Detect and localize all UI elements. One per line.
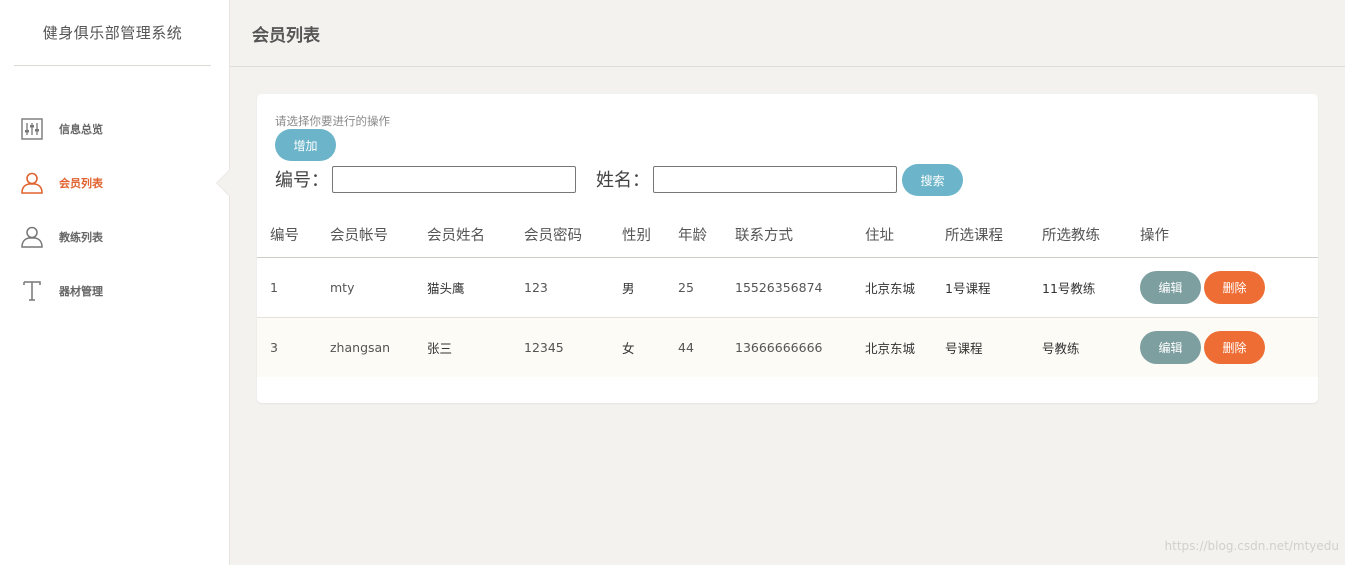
table-row: 3 zhangsan 张三 12345 女 44 13666666666 北京东…	[257, 317, 1318, 377]
sidebar-nav: 信息总览 会员列表 教练列表 器材管理	[0, 102, 230, 318]
column-header: 会员密码	[511, 212, 609, 258]
search-button[interactable]: 搜索	[902, 164, 963, 196]
sidebar-item-coaches[interactable]: 教练列表	[0, 210, 229, 264]
sliders-icon	[20, 117, 44, 141]
user-icon	[20, 171, 44, 195]
watermark: https://blog.csdn.net/mtyedu	[1164, 539, 1339, 553]
cell-actions: 编辑 删除	[1127, 257, 1318, 318]
cell-address: 北京东城	[852, 257, 932, 318]
search-bar: 编号： 姓名： 搜索	[275, 162, 963, 196]
id-search-input[interactable]	[332, 165, 576, 193]
cell-coach: 11号教练	[1029, 257, 1127, 318]
column-header: 会员姓名	[414, 212, 511, 258]
cell-name: 张三	[414, 317, 511, 377]
member-panel: 请选择你要进行的操作 增加 编号： 姓名： 搜索 编号 会员帐号 会员姓名 会员…	[257, 94, 1318, 403]
cell-gender: 女	[609, 317, 665, 377]
add-button[interactable]: 增加	[275, 129, 336, 161]
edit-button[interactable]: 编辑	[1140, 330, 1201, 364]
cell-actions: 编辑 删除	[1127, 317, 1318, 377]
cell-age: 44	[665, 317, 722, 377]
cell-address: 北京东城	[852, 317, 932, 377]
sidebar-item-label: 器材管理	[59, 285, 103, 298]
sidebar-item-overview[interactable]: 信息总览	[0, 102, 229, 156]
cell-gender: 男	[609, 257, 665, 318]
column-header: 性别	[609, 212, 665, 258]
sidebar-item-label: 教练列表	[59, 231, 103, 244]
delete-button[interactable]: 删除	[1204, 330, 1265, 364]
page-header: 会员列表	[230, 0, 1345, 67]
cell-coach: 号教练	[1029, 317, 1127, 377]
column-header: 所选课程	[932, 212, 1029, 258]
column-header: 年龄	[665, 212, 722, 258]
app-title: 健身俱乐部管理系统	[14, 0, 211, 66]
name-label: 姓名：	[596, 170, 650, 191]
cell-password: 123	[511, 257, 609, 318]
cell-account: zhangsan	[317, 317, 414, 377]
sidebar: 健身俱乐部管理系统 信息总览 会员列表 教练列表 器材管理	[0, 0, 230, 565]
sidebar-item-equipment[interactable]: 器材管理	[0, 264, 229, 318]
sidebar-item-label: 会员列表	[59, 177, 103, 190]
delete-button[interactable]: 删除	[1204, 270, 1265, 304]
cell-password: 12345	[511, 317, 609, 377]
text-t-icon	[20, 279, 44, 303]
name-search-input[interactable]	[653, 165, 897, 193]
cell-phone: 15526356874	[722, 257, 852, 318]
id-label: 编号：	[275, 170, 329, 191]
cell-id: 3	[257, 317, 317, 377]
column-header: 所选教练	[1029, 212, 1127, 258]
column-header: 操作	[1127, 212, 1318, 258]
cell-course: 号课程	[932, 317, 1029, 377]
cell-name: 猫头鹰	[414, 257, 511, 318]
member-table: 编号 会员帐号 会员姓名 会员密码 性别 年龄 联系方式 住址 所选课程 所选教…	[257, 212, 1318, 377]
table-header-row: 编号 会员帐号 会员姓名 会员密码 性别 年龄 联系方式 住址 所选课程 所选教…	[257, 212, 1318, 258]
cell-age: 25	[665, 257, 722, 318]
cell-phone: 13666666666	[722, 317, 852, 377]
column-header: 编号	[257, 212, 317, 258]
sidebar-item-label: 信息总览	[59, 123, 103, 136]
table-row: 1 mty 猫头鹰 123 男 25 15526356874 北京东城 1号课程…	[257, 257, 1318, 318]
edit-button[interactable]: 编辑	[1140, 270, 1201, 304]
cell-account: mty	[317, 257, 414, 318]
operation-hint: 请选择你要进行的操作	[275, 114, 390, 128]
sidebar-item-members[interactable]: 会员列表	[0, 156, 230, 210]
cell-course: 1号课程	[932, 257, 1029, 318]
cell-id: 1	[257, 257, 317, 318]
column-header: 住址	[852, 212, 932, 258]
column-header: 联系方式	[722, 212, 852, 258]
column-header: 会员帐号	[317, 212, 414, 258]
user-icon	[20, 225, 44, 249]
page-title: 会员列表	[252, 25, 320, 46]
